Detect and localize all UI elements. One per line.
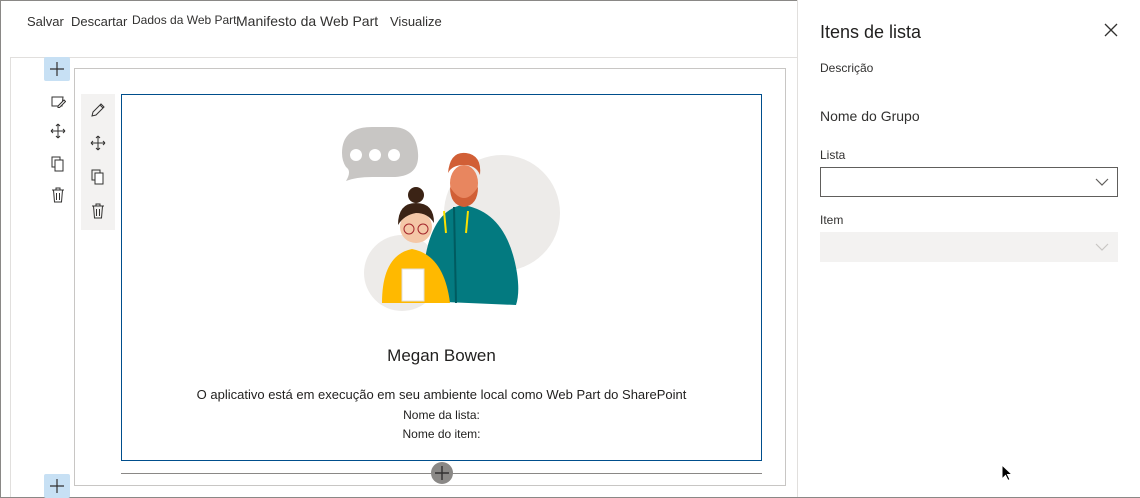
people-illustration xyxy=(342,127,560,311)
add-section-bottom-button[interactable] xyxy=(44,474,70,498)
canvas-left-border xyxy=(10,57,11,497)
add-webpart-button[interactable] xyxy=(431,462,453,484)
workbench-toolbar: Salvar Descartar Dados da Web Part Manif… xyxy=(0,0,797,44)
webpart-container[interactable]: Megan Bowen O aplicativo está em execuçã… xyxy=(121,94,762,461)
duplicate-icon xyxy=(51,156,64,172)
group-name: Nome do Grupo xyxy=(820,108,920,124)
list-dropdown-label: Lista xyxy=(820,148,846,162)
mouse-cursor-icon xyxy=(1001,464,1013,482)
item-dropdown[interactable] xyxy=(820,232,1118,262)
webpart-data-button[interactable]: Dados da Web Part xyxy=(132,13,237,27)
chevron-down-icon xyxy=(1095,178,1109,186)
chevron-down-icon xyxy=(1095,243,1109,251)
move-icon xyxy=(50,123,66,139)
pane-description: Descrição xyxy=(820,61,874,75)
duplicate-webpart-button[interactable] xyxy=(84,162,112,192)
webpart-manifest-button[interactable]: Manifesto da Web Part xyxy=(236,13,378,29)
close-pane-button[interactable] xyxy=(1102,21,1120,39)
canvas-top-border xyxy=(10,57,797,58)
delete-section-button[interactable] xyxy=(44,181,72,209)
user-display-name: Megan Bowen xyxy=(387,346,496,365)
item-dropdown-label: Item xyxy=(820,213,844,227)
visualize-button[interactable]: Visualize xyxy=(390,14,442,29)
move-icon xyxy=(90,135,106,151)
edit-section-icon xyxy=(51,96,66,108)
property-pane: Itens de lista Descrição Nome do Grupo L… xyxy=(797,0,1140,497)
plus-icon xyxy=(50,62,64,76)
discard-button[interactable]: Descartar xyxy=(71,14,127,29)
webpart-description: O aplicativo está em execução em seu amb… xyxy=(196,387,687,402)
edit-webpart-button[interactable] xyxy=(84,95,112,125)
item-name-label: Nome do item: xyxy=(402,427,481,441)
pencil-icon xyxy=(91,103,105,117)
save-button[interactable]: Salvar xyxy=(27,14,64,29)
move-webpart-button[interactable] xyxy=(84,128,112,158)
pane-title: Itens de lista xyxy=(820,22,922,42)
duplicate-section-button[interactable] xyxy=(44,150,72,178)
move-section-button[interactable] xyxy=(44,117,72,145)
delete-icon xyxy=(92,203,104,219)
delete-webpart-button[interactable] xyxy=(84,196,112,226)
edit-section-button[interactable] xyxy=(44,88,72,116)
list-name-label: Nome da lista: xyxy=(403,408,480,422)
close-icon xyxy=(1104,23,1118,37)
plus-icon xyxy=(50,479,64,493)
list-dropdown[interactable] xyxy=(820,167,1118,197)
plus-icon xyxy=(435,466,449,480)
webpart-toolbar xyxy=(81,94,115,230)
add-section-top-button[interactable] xyxy=(44,57,70,81)
delete-icon xyxy=(52,187,64,203)
duplicate-icon xyxy=(91,169,104,185)
